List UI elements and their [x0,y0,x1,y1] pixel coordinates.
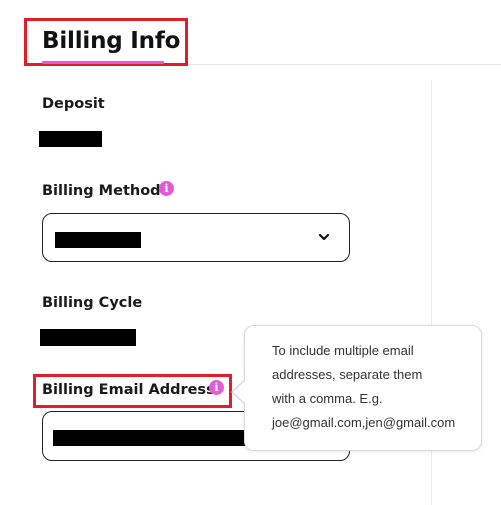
info-icon[interactable]: i [159,181,174,196]
tooltip-line: To include multiple email [272,343,414,358]
billing-cycle-label: Billing Cycle [42,295,143,311]
deposit-value-redacted [39,131,102,147]
header-divider [188,64,501,65]
billing-method-select[interactable] [42,213,350,262]
tooltip-arrow-fill [233,381,245,403]
billing-cycle-value-redacted [40,329,136,346]
tooltip-line: with a comma. E.g. [272,391,383,406]
billing-method-value-redacted [55,232,141,248]
deposit-label: Deposit [42,96,105,112]
chevron-down-icon [318,233,330,241]
tooltip-text: To include multiple email addresses, sep… [272,339,487,435]
info-icon[interactable]: i [209,380,224,395]
billing-email-label: Billing Email Address [42,382,215,398]
tooltip-line: joe@gmail.com,jen@gmail.com [272,415,456,430]
tooltip-line: addresses, separate them [272,367,423,382]
page-title: Billing Info [42,28,181,54]
billing-email-value-redacted [53,430,245,446]
billing-method-label: Billing Method [42,183,161,199]
title-underline [42,61,164,64]
